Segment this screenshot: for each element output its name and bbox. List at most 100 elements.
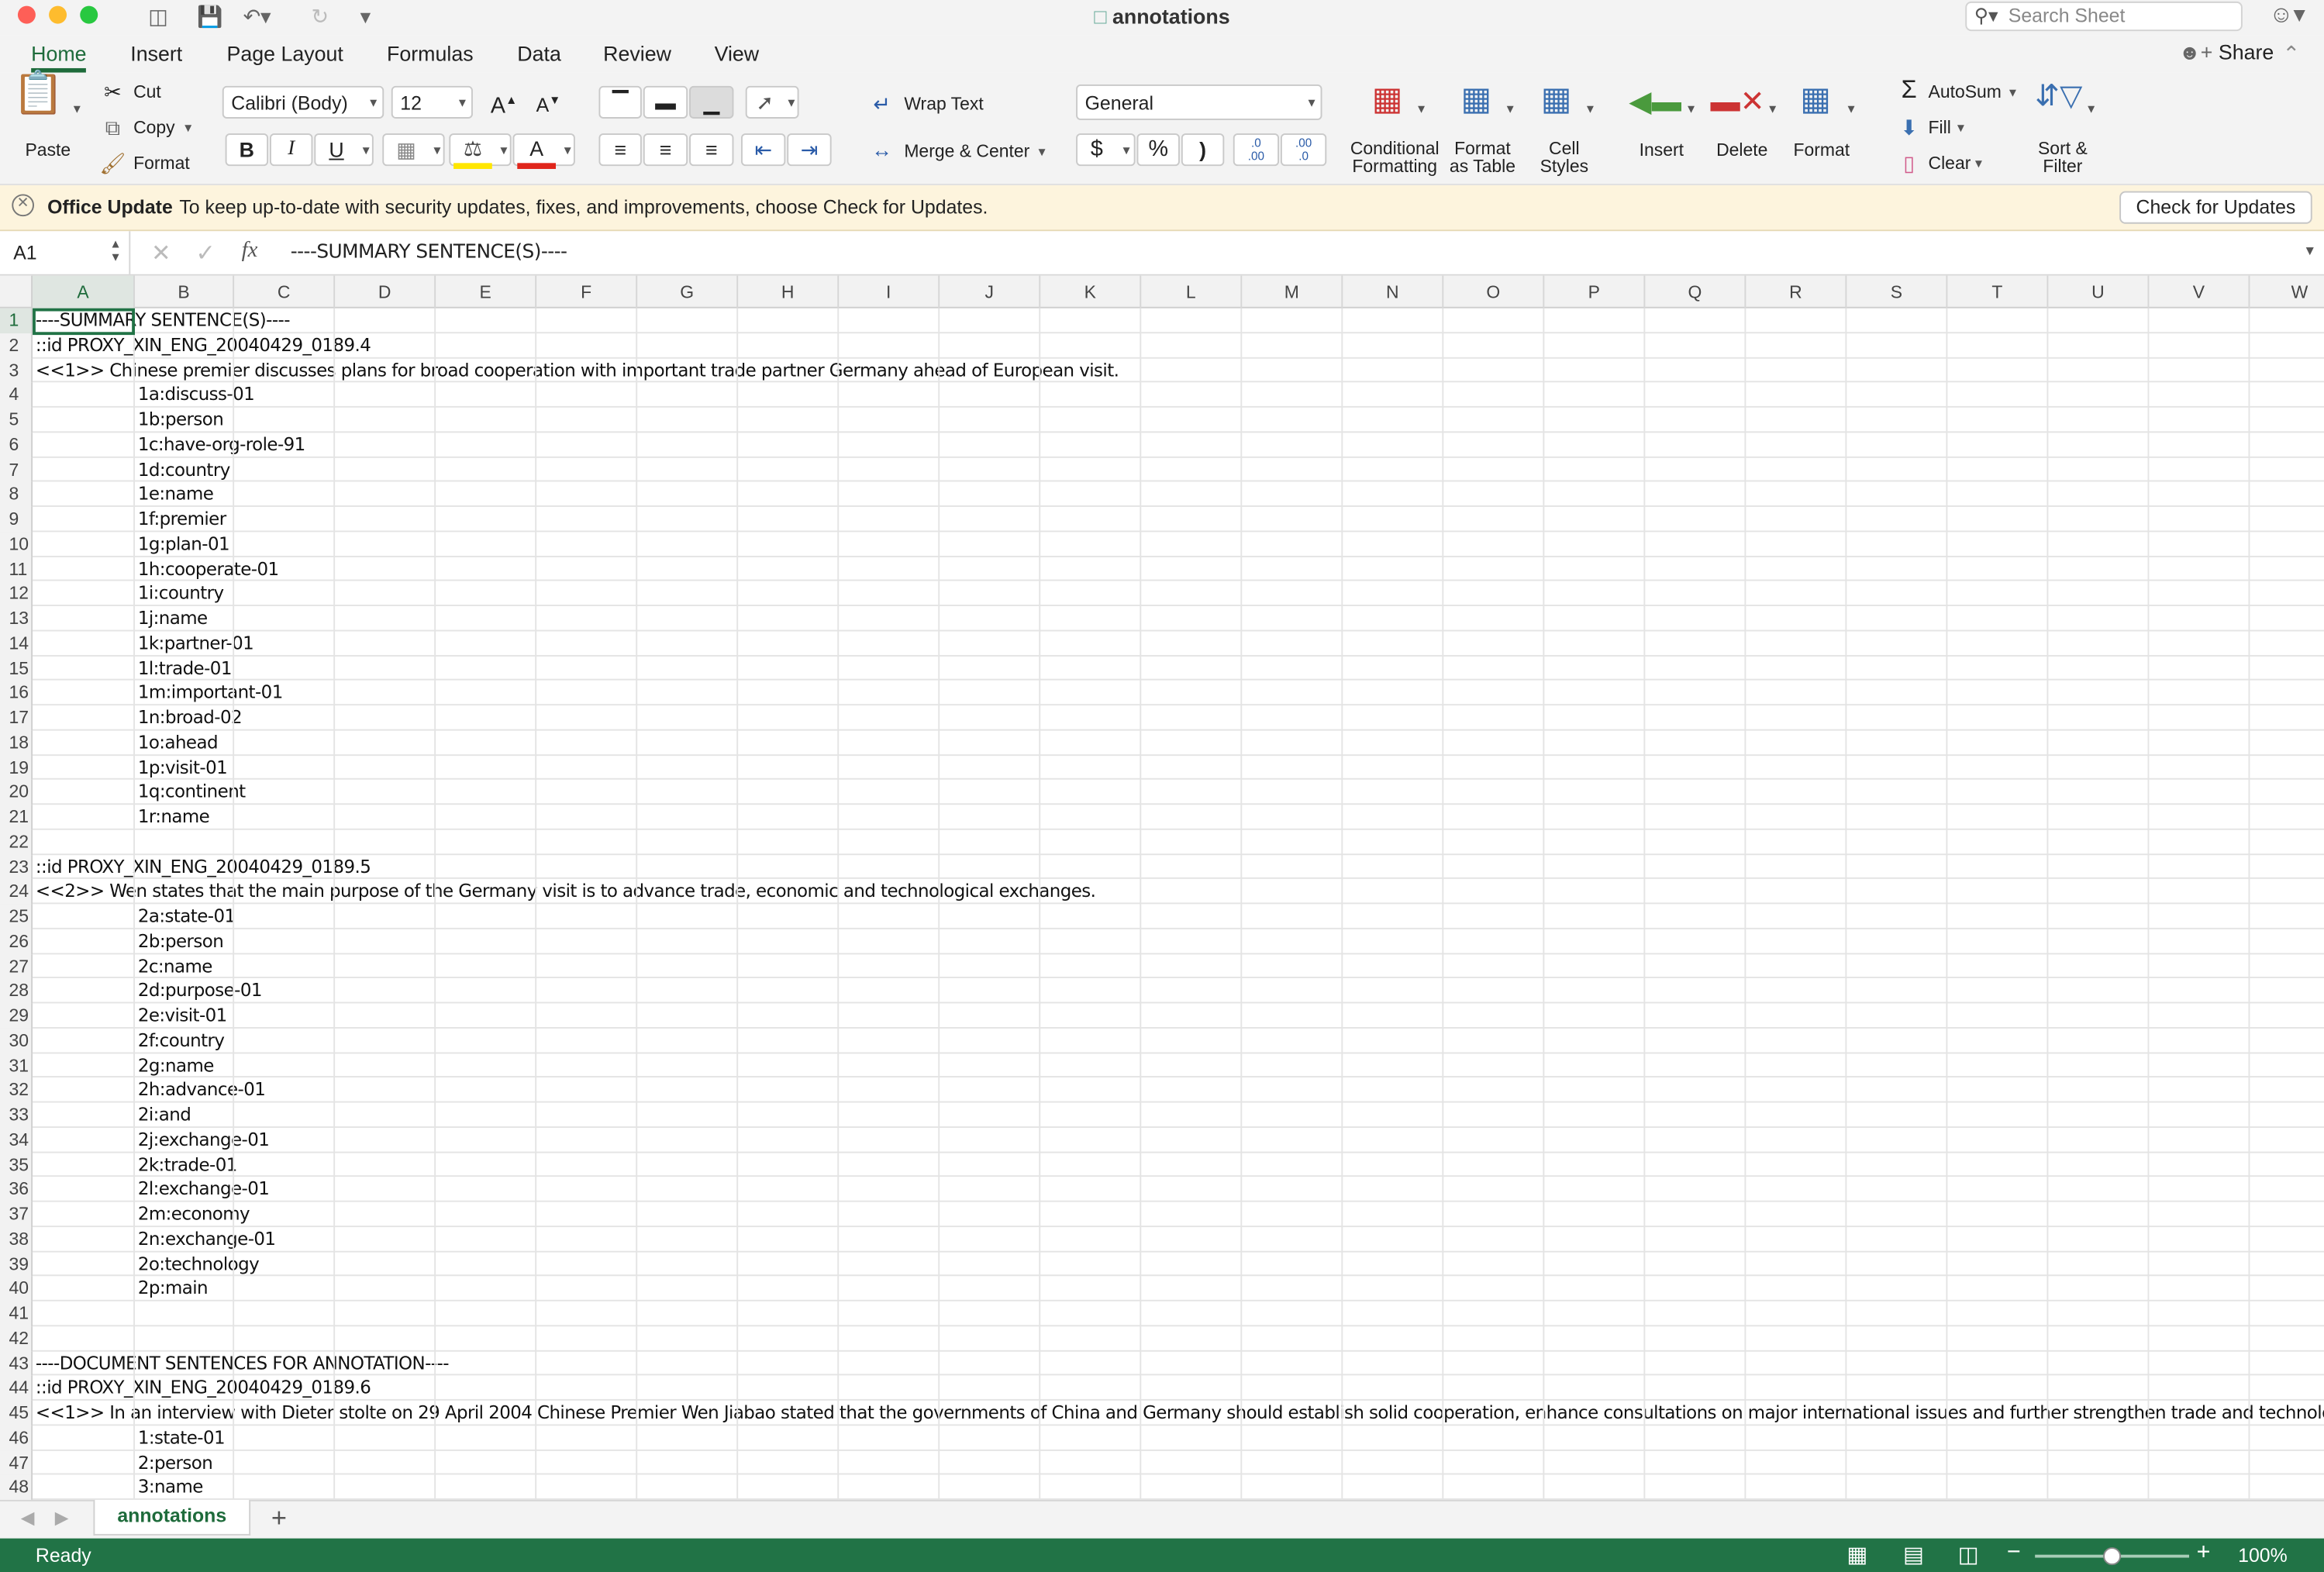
page-layout-view-icon[interactable]: ▤ <box>1903 1541 1924 1568</box>
tab-insert[interactable]: Insert <box>130 42 182 66</box>
column-header-q[interactable]: Q <box>1645 275 1746 309</box>
borders-button[interactable]: ▦ ▼ <box>382 133 445 167</box>
cell-a[interactable]: ----SUMMARY SENTENCE(S)---- <box>36 309 291 333</box>
format-painter-icon[interactable]: 🖌 <box>99 148 126 178</box>
zoom-out-icon[interactable]: − <box>2007 1540 2021 1567</box>
column-header-l[interactable]: L <box>1141 275 1243 309</box>
cut-button[interactable]: Cut <box>133 81 161 102</box>
cell-a[interactable]: <<1>> In an interview with Dieter stolte… <box>36 1401 2324 1425</box>
search-input[interactable]: ⚲▾ Search Sheet <box>1965 1 2243 32</box>
row-number[interactable]: 26 <box>0 929 33 954</box>
format-as-table-dropdown-icon[interactable]: ▼ <box>1505 102 1516 115</box>
row-number[interactable]: 39 <box>0 1251 33 1277</box>
clear-button[interactable]: Clear <box>1929 153 1971 174</box>
column-header-h[interactable]: H <box>738 275 840 309</box>
name-box-stepper-icon[interactable]: ▲ ▼ <box>109 237 121 264</box>
cell-styles-dropdown-icon[interactable]: ▼ <box>1584 102 1596 115</box>
column-header-g[interactable]: G <box>637 275 739 309</box>
cell-b[interactable]: 1b:person <box>138 408 224 433</box>
tab-formulas[interactable]: Formulas <box>387 42 474 66</box>
row-number[interactable]: 37 <box>0 1201 33 1227</box>
cell-styles-label[interactable]: Cell Styles <box>1540 140 1588 175</box>
cell-b[interactable]: 1m:important-01 <box>138 681 284 705</box>
cell-b[interactable]: 1a:discuss-01 <box>138 383 255 408</box>
row-number[interactable]: 25 <box>0 904 33 929</box>
conditional-formatting-label[interactable]: Conditional Formatting <box>1350 140 1440 175</box>
page-break-view-icon[interactable]: ◫ <box>1958 1541 1979 1568</box>
decrease-font-size-icon[interactable]: A▼ <box>529 86 568 121</box>
increase-decimal-button[interactable]: .0 .00 <box>1233 133 1280 167</box>
align-middle-button[interactable]: ▬ <box>643 85 688 119</box>
percent-button[interactable]: % <box>1136 133 1180 167</box>
row-number[interactable]: 31 <box>0 1053 33 1078</box>
column-header-w[interactable]: W <box>2250 276 2324 309</box>
cell-b[interactable]: 2d:purpose-01 <box>138 978 263 1003</box>
row-number[interactable]: 24 <box>0 879 33 905</box>
format-painter-button[interactable]: Format <box>133 153 190 174</box>
row-number[interactable]: 2 <box>0 333 33 358</box>
row-number[interactable]: 9 <box>0 506 33 532</box>
align-right-button[interactable]: ≡ <box>689 133 734 167</box>
formula-input[interactable]: ----SUMMARY SENTENCE(S)---- <box>291 242 567 264</box>
cell-b[interactable]: 1:state-01 <box>138 1425 226 1450</box>
format-cells-button[interactable]: Format <box>1794 140 1850 160</box>
zoom-in-icon[interactable]: + <box>2197 1540 2211 1567</box>
cell-b[interactable]: 2c:name <box>138 953 213 978</box>
row-number[interactable]: 17 <box>0 705 33 731</box>
row-number[interactable]: 35 <box>0 1152 33 1177</box>
align-top-button[interactable]: ▔ <box>598 85 642 119</box>
confirm-entry-icon[interactable]: ✓ <box>195 239 216 268</box>
row-number[interactable]: 4 <box>0 382 33 408</box>
cell-a[interactable]: ::id PROXY_XIN_ENG_20040429_0189.4 <box>36 333 371 358</box>
check-for-updates-button[interactable]: Check for Updates <box>2119 191 2312 224</box>
row-number[interactable]: 42 <box>0 1326 33 1351</box>
row-number[interactable]: 45 <box>0 1400 33 1425</box>
row-number[interactable]: 38 <box>0 1226 33 1252</box>
add-sheet-icon[interactable]: + <box>271 1503 287 1534</box>
cell-a[interactable]: <<2>> Wen states that the main purpose o… <box>36 879 1096 904</box>
bold-button[interactable]: B <box>225 133 269 167</box>
row-number[interactable]: 8 <box>0 481 33 507</box>
row-number[interactable]: 12 <box>0 581 33 607</box>
row-number[interactable]: 19 <box>0 755 33 781</box>
font-name-select[interactable]: Calibri (Body) ▼ <box>222 85 384 119</box>
orientation-button[interactable]: ➚ ▼ <box>745 85 799 119</box>
autosum-button[interactable]: AutoSum <box>1929 81 2002 102</box>
row-number[interactable]: 34 <box>0 1127 33 1153</box>
column-header-p[interactable]: P <box>1544 275 1646 309</box>
cell-a[interactable]: ::id PROXY_XIN_ENG_20040429_0189.6 <box>36 1376 371 1401</box>
wrap-text-button[interactable]: Wrap Text <box>904 93 983 114</box>
tab-review[interactable]: Review <box>603 42 671 66</box>
cell-b[interactable]: 1i:country <box>138 581 224 606</box>
insert-function-icon[interactable]: fx <box>242 239 258 264</box>
delete-cells-button[interactable]: Delete <box>1716 140 1767 160</box>
cell-b[interactable]: 2h:advance-01 <box>138 1078 266 1103</box>
row-number[interactable]: 36 <box>0 1177 33 1202</box>
cell-b[interactable]: 1q:continent <box>138 780 246 805</box>
column-header-k[interactable]: K <box>1040 275 1142 309</box>
font-color-button[interactable]: A ▼ <box>512 133 575 169</box>
smiley-feedback-icon[interactable]: ☺▾ <box>2269 3 2305 29</box>
autosum-icon[interactable]: Σ <box>1895 76 1924 105</box>
row-number[interactable]: 48 <box>0 1474 33 1500</box>
fill-down-icon[interactable]: ⬇ <box>1895 112 1924 142</box>
row-number[interactable]: 32 <box>0 1077 33 1103</box>
column-header-s[interactable]: S <box>1846 275 1948 309</box>
row-number[interactable]: 1 <box>0 308 33 333</box>
cell-b[interactable]: 1h:cooperate-01 <box>138 557 279 581</box>
zoom-slider-thumb[interactable] <box>2103 1547 2122 1566</box>
row-number[interactable]: 14 <box>0 631 33 657</box>
cell-b[interactable]: 1g:plan-01 <box>138 532 230 557</box>
row-number[interactable]: 46 <box>0 1425 33 1450</box>
previous-sheet-icon[interactable]: ◀ <box>21 1508 35 1529</box>
cell-b[interactable]: 2o:technology <box>138 1252 260 1277</box>
clear-dropdown-icon[interactable]: ▼ <box>1973 157 1984 171</box>
column-header-e[interactable]: E <box>436 275 537 309</box>
fill-dropdown-icon[interactable]: ▼ <box>1955 122 1967 135</box>
cell-b[interactable]: 3:name <box>138 1475 204 1500</box>
format-as-table-label[interactable]: Format as Table <box>1450 140 1515 175</box>
insert-cells-button[interactable]: Insert <box>1640 140 1684 160</box>
column-header-c[interactable]: C <box>234 275 336 309</box>
cell-b[interactable]: 2k:trade-01 <box>138 1153 238 1177</box>
column-header-f[interactable]: F <box>536 275 638 309</box>
